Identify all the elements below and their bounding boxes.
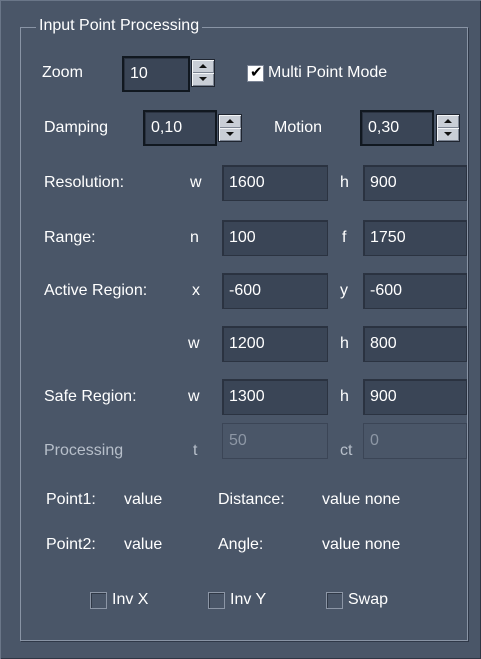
angle-value: value none [322,536,401,553]
multi-point-mode-checkbox[interactable]: ✔ [247,63,264,82]
range-n-label: n [190,229,199,246]
active-region-w-label: w [188,335,200,352]
safe-region-w-label: w [188,388,200,405]
motion-spin-up-button[interactable] [437,115,459,128]
point2-value: value [124,536,163,553]
processing-label: Processing [44,442,124,459]
point2-label: Point2: [46,536,96,553]
damping-spinner[interactable] [218,114,242,142]
inv-x-label: Inv X [112,591,149,608]
safe-region-width-input[interactable]: 1300 [222,379,328,415]
zoom-spin-up-button[interactable] [192,60,214,73]
swap-label: Swap [348,591,389,608]
motion-label: Motion [274,119,323,136]
point1-label: Point1: [46,491,96,508]
damping-spin-up-button[interactable] [219,115,241,128]
zoom-input[interactable]: 10 [122,56,190,92]
inv-y-label: Inv Y [230,591,267,608]
range-far-input[interactable]: 1750 [363,220,467,256]
spin-up-arrow-icon [199,64,207,68]
range-f-label: f [342,229,347,246]
spin-down-arrow-icon [226,132,234,136]
processing-ct-input[interactable]: 0 [363,423,467,459]
safe-region-h-label: h [340,388,349,405]
damping-input[interactable]: 0,10 [143,110,217,146]
distance-value: value none [322,491,401,508]
active-region-width-input[interactable]: 1200 [222,326,328,362]
spin-up-arrow-icon [444,119,452,123]
motion-spin-down-button[interactable] [437,128,459,141]
zoom-spinner[interactable] [191,59,215,87]
safe-region-label: Safe Region: [44,388,137,405]
swap-checkbox[interactable] [326,592,343,609]
motion-input[interactable]: 0,30 [360,110,434,146]
inv-y-checkbox[interactable] [208,592,225,609]
zoom-spin-down-button[interactable] [192,73,214,86]
active-region-y-label: y [340,282,348,299]
multi-point-mode-label: Multi Point Mode [268,64,388,81]
resolution-width-input[interactable]: 1600 [222,165,328,201]
processing-t-input[interactable]: 50 [222,423,328,459]
spin-down-arrow-icon [199,77,207,81]
active-region-y-input[interactable]: -600 [363,273,467,309]
processing-ct-label: ct [340,442,353,459]
range-label: Range: [44,229,96,246]
resolution-w-label: w [190,174,202,191]
damping-label: Damping [44,119,109,136]
resolution-label: Resolution: [44,174,125,191]
spin-down-arrow-icon [444,132,452,136]
active-region-x-input[interactable]: -600 [222,273,328,309]
motion-spinner[interactable] [436,114,460,142]
input-point-processing-panel: Input Point Processing Zoom 10 ✔ Multi P… [0,0,481,659]
angle-label: Angle: [218,536,264,553]
spin-up-arrow-icon [226,119,234,123]
resolution-h-label: h [340,174,349,191]
active-region-height-input[interactable]: 800 [363,326,467,362]
safe-region-height-input[interactable]: 900 [363,379,467,415]
checkmark-icon: ✔ [250,63,263,81]
range-near-input[interactable]: 100 [222,220,328,256]
inv-x-checkbox[interactable] [90,592,107,609]
processing-t-label: t [193,442,198,459]
group-title: Input Point Processing [36,16,203,36]
resolution-height-input[interactable]: 900 [363,165,467,201]
active-region-h-label: h [340,335,349,352]
damping-spin-down-button[interactable] [219,128,241,141]
active-region-label: Active Region: [44,282,148,299]
point1-value: value [124,491,163,508]
active-region-x-label: x [192,282,200,299]
zoom-label: Zoom [42,64,83,81]
distance-label: Distance: [218,491,285,508]
